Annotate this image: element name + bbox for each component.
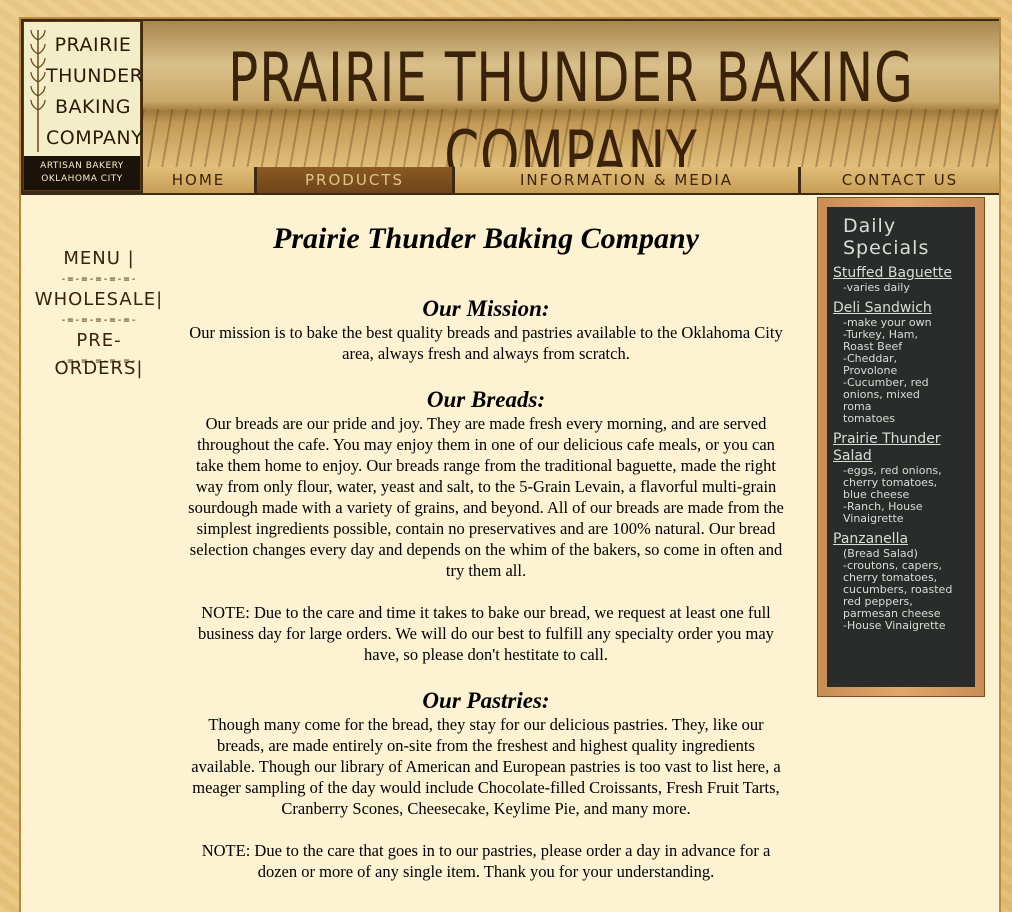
nav-contact-us[interactable]: CONTACT US bbox=[801, 167, 999, 193]
side-menu-divider: -=-=-=-=-=- bbox=[60, 315, 138, 326]
logo-line: THUNDER bbox=[46, 65, 144, 87]
side-menu-pre-orders[interactable]: PRE-ORDERS| bbox=[33, 327, 165, 379]
logo-line: BAKING bbox=[54, 96, 132, 118]
nav-information-media[interactable]: INFORMATION & MEDIA bbox=[455, 167, 801, 193]
breads-note: NOTE: Due to the care and time it takes … bbox=[198, 603, 774, 664]
logo-subtitle: ARTISAN BAKERY OKLAHOMA CITY bbox=[24, 156, 140, 190]
special-heading: Stuffed Baguette bbox=[833, 265, 952, 281]
special-heading: Panzanella bbox=[833, 531, 909, 547]
site-header: PRAIRIE THUNDER BAKING COMPANY ARTISAN B… bbox=[21, 19, 999, 195]
pastries-text: Though many come for the bread, they sta… bbox=[191, 715, 781, 818]
nav-home[interactable]: HOME bbox=[143, 167, 257, 193]
pastries-heading: Our Pastries: bbox=[422, 688, 550, 713]
special-line: -varies daily bbox=[843, 281, 910, 294]
chalkboard-title: Daily Specials bbox=[843, 215, 971, 259]
logo-sub-line: ARTISAN BAKERY bbox=[40, 161, 124, 171]
mission-heading: Our Mission: bbox=[422, 296, 550, 321]
logo-line: COMPANY bbox=[46, 127, 144, 149]
special-heading: Prairie Thunder Salad bbox=[833, 431, 941, 464]
side-menu-wholesale[interactable]: WHOLESALE| bbox=[33, 286, 165, 314]
special-heading: Deli Sandwich bbox=[833, 300, 932, 316]
logo-line: PRAIRIE bbox=[54, 34, 132, 56]
daily-specials-chalkboard: Daily Specials Stuffed Baguette -varies … bbox=[817, 197, 985, 697]
logo-text: PRAIRIE THUNDER BAKING COMPANY bbox=[46, 30, 144, 154]
banner-title: PRAIRIE THUNDER BAKING COMPANY bbox=[228, 38, 914, 167]
side-menu: MENU | -=-=-=-=-=- WHOLESALE| -=-=-=-=-=… bbox=[33, 245, 165, 379]
wheat-icon bbox=[30, 29, 46, 152]
page-title: Prairie Thunder Baking Company bbox=[273, 222, 699, 255]
special-line: Vinaigrette bbox=[843, 512, 904, 525]
header-banner: PRAIRIE THUNDER BAKING COMPANY bbox=[143, 21, 999, 167]
special-line: tomatoes bbox=[843, 412, 896, 425]
chalkboard-title-line: Daily bbox=[843, 215, 897, 237]
breads-text: Our breads are our pride and joy. They a… bbox=[188, 414, 784, 580]
side-menu-divider: -=-=-=-=-=- bbox=[60, 274, 138, 285]
main-content: Prairie Thunder Baking Company Our Missi… bbox=[186, 217, 786, 882]
logo-sub-line: OKLAHOMA CITY bbox=[41, 174, 123, 184]
breads-heading: Our Breads: bbox=[426, 387, 546, 412]
page-frame: PRAIRIE THUNDER BAKING COMPANY ARTISAN B… bbox=[19, 17, 1001, 912]
nav-products[interactable]: PRODUCTS bbox=[257, 167, 455, 193]
pastries-note: NOTE: Due to the care that goes in to ou… bbox=[201, 841, 771, 881]
mission-text: Our mission is to bake the best quality … bbox=[189, 323, 783, 363]
special-line: -House Vinaigrette bbox=[843, 619, 946, 632]
side-menu-divider: -=-=-=-=-=- bbox=[60, 356, 138, 367]
side-menu-menu[interactable]: MENU | bbox=[33, 245, 165, 273]
main-nav: HOME PRODUCTS INFORMATION & MEDIA CONTAC… bbox=[143, 167, 999, 193]
logo[interactable]: PRAIRIE THUNDER BAKING COMPANY ARTISAN B… bbox=[23, 21, 144, 191]
chalkboard-title-line: Specials bbox=[843, 237, 930, 259]
chalkboard-surface: Daily Specials Stuffed Baguette -varies … bbox=[827, 207, 975, 687]
